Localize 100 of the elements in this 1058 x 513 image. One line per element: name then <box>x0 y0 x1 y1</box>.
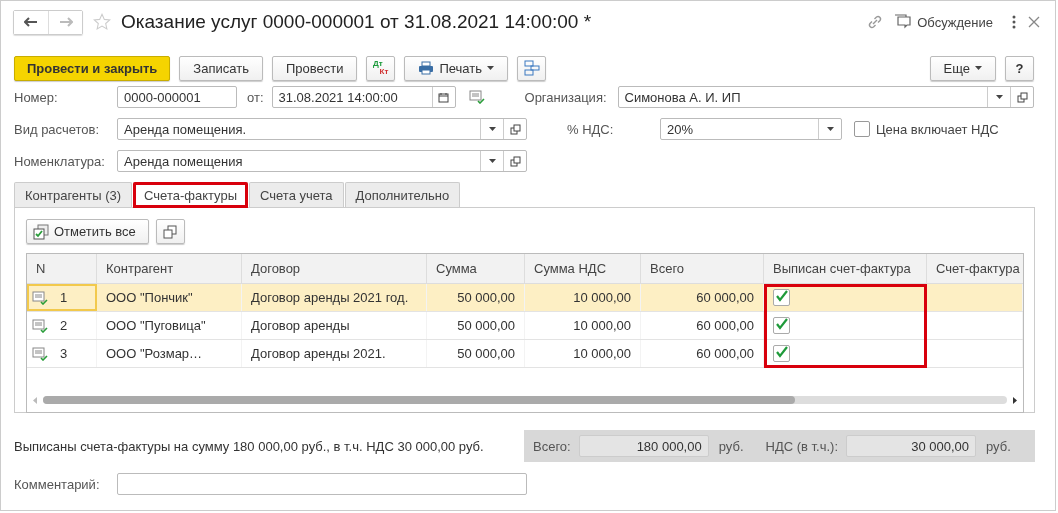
dropdown-caret-icon <box>975 66 982 70</box>
toolbar-button[interactable]: Записать <box>179 55 263 81</box>
table-cell: 60 000,00 <box>696 318 754 333</box>
field-label: Номенклатура: <box>14 153 106 169</box>
table-cell: Договор аренды 2021. <box>251 346 386 361</box>
document-check-icon <box>32 318 48 333</box>
open-icon <box>509 155 521 167</box>
row-number: 1 <box>60 290 68 305</box>
checkbox[interactable] <box>773 345 790 362</box>
table-row[interactable]: 3 ООО "Розмар… Договор аренды 2021. 50 000,00 10 000,00 60 000,00 <box>27 340 1023 368</box>
back-button[interactable] <box>14 10 48 34</box>
tab[interactable]: Счета-фактуры <box>133 182 249 208</box>
open-icon <box>1016 91 1028 103</box>
number-field[interactable]: 0000-000001 <box>117 86 237 108</box>
nomenclature-field[interactable]: Аренда помещения <box>117 150 527 172</box>
table-cell: ООО "Пуговица" <box>106 318 206 333</box>
vat-label: НДС (в т.ч.): <box>765 438 838 454</box>
table-cell: 60 000,00 <box>696 346 754 361</box>
table-cell: 10 000,00 <box>573 290 631 305</box>
back-arrow-icon <box>24 17 38 27</box>
checklist-icon <box>33 223 49 240</box>
row-number: 2 <box>60 318 68 333</box>
column-header[interactable]: Контрагент <box>97 254 242 283</box>
checkbox[interactable] <box>773 317 790 334</box>
field-label: Вид расчетов: <box>14 121 101 137</box>
help-button[interactable]: ? <box>1005 55 1034 81</box>
post-and-close-button[interactable]: Провести и закрыть <box>14 55 171 81</box>
print-button[interactable]: Печать <box>404 55 508 81</box>
close-icon[interactable] <box>1027 15 1041 29</box>
field-label: % НДС: <box>567 121 615 137</box>
organization-field[interactable]: Симонова А. И. ИП <box>617 86 1034 108</box>
table-row[interactable]: 1 ООО "Пончик" Договор аренды 2021 год. 50 000,00 10 000,00 60 000,00 <box>27 284 1023 312</box>
column-header[interactable]: Всего <box>641 254 764 283</box>
comment-field[interactable] <box>117 473 527 495</box>
field-label: от: <box>247 89 264 105</box>
scrollbar-thumb[interactable] <box>43 396 795 404</box>
row-number: 3 <box>60 346 68 361</box>
scroll-left-icon[interactable] <box>33 396 37 404</box>
table-cell: ООО "Розмар… <box>106 346 203 361</box>
calendar-icon <box>438 91 449 103</box>
column-header[interactable]: N <box>27 254 97 283</box>
date-field[interactable]: 31.08.2021 14:00:00 <box>271 86 456 108</box>
table-cell: 10 000,00 <box>573 346 631 361</box>
check-icon <box>774 346 789 359</box>
checkbox[interactable] <box>854 121 870 137</box>
vat-field: 30 000,00 <box>846 435 976 457</box>
field-label: Организация: <box>524 89 608 105</box>
dropdown-caret-icon[interactable] <box>488 159 496 163</box>
printer-icon <box>418 61 435 75</box>
tab[interactable]: Счета учета <box>249 182 344 207</box>
tab[interactable]: Дополнительно <box>344 182 461 207</box>
column-header[interactable]: Сумма <box>427 254 525 283</box>
toolbar-button[interactable]: Провести <box>271 55 358 81</box>
total-field: 180 000,00 <box>578 435 709 457</box>
window-title: Оказание услуг 0000-000001 от 31.08.2021 14:00:00 * <box>121 11 592 33</box>
total-label: Всего: <box>533 438 571 454</box>
dropdown-caret-icon[interactable] <box>826 127 834 131</box>
dropdown-caret-icon[interactable] <box>995 95 1003 99</box>
copy-button[interactable] <box>155 219 185 244</box>
document-check-icon[interactable] <box>468 90 485 104</box>
discussion-button[interactable]: Обсуждение <box>894 14 1001 30</box>
table-cell: 60 000,00 <box>696 290 754 305</box>
forward-arrow-icon <box>58 17 73 27</box>
structure-button[interactable] <box>517 55 546 81</box>
scroll-right-icon[interactable] <box>1013 396 1017 404</box>
tab[interactable]: Контрагенты (3) <box>14 182 133 207</box>
open-icon <box>509 123 521 135</box>
field-label: Номер: <box>14 89 59 105</box>
document-check-icon <box>32 346 48 361</box>
table-row[interactable]: 2 ООО "Пуговица" Договор аренды 50 000,00 10 000,00 60 000,00 <box>27 312 1023 340</box>
chat-icon <box>894 14 913 30</box>
column-header[interactable]: Договор <box>242 254 427 283</box>
table-cell: 50 000,00 <box>457 346 515 361</box>
copy-icon <box>163 224 178 239</box>
table-cell: ООО "Пончик" <box>106 290 193 305</box>
more-button[interactable]: Еще <box>929 55 996 81</box>
dropdown-caret-icon[interactable] <box>488 127 496 131</box>
mark-all-button[interactable]: Отметить все <box>26 219 149 244</box>
check-icon <box>774 318 789 331</box>
more-icon[interactable] <box>1011 14 1017 30</box>
table-cell: 50 000,00 <box>457 318 515 333</box>
document-check-icon <box>32 290 48 305</box>
star-icon[interactable] <box>93 13 111 31</box>
vat-rate-field[interactable]: 20% <box>660 118 842 140</box>
currency-label: руб. <box>718 438 744 454</box>
payment-type-field[interactable]: Аренда помещения. <box>117 118 527 140</box>
table-cell: 10 000,00 <box>573 318 631 333</box>
column-header[interactable]: Выписан счет-фактура <box>764 254 927 283</box>
currency-label: руб. <box>986 438 1011 454</box>
table-cell: Договор аренды <box>251 318 350 333</box>
checkbox[interactable] <box>773 289 790 306</box>
column-header[interactable]: Сумма НДС <box>525 254 641 283</box>
summary-text: Выписаны счета-фактуры на сумму 180 000,00 руб., в т.ч. НДС 30 000,00 руб. <box>14 438 485 454</box>
check-icon <box>774 290 789 303</box>
table-cell: Договор аренды 2021 год. <box>251 290 409 305</box>
table-cell: 50 000,00 <box>457 290 515 305</box>
field-label: Комментарий: <box>14 476 101 492</box>
column-header[interactable]: Счет-фактура <box>927 254 1023 283</box>
ledger-button[interactable]: Дт Кт <box>366 55 396 81</box>
checkbox-label: Цена включает НДС <box>876 121 999 137</box>
